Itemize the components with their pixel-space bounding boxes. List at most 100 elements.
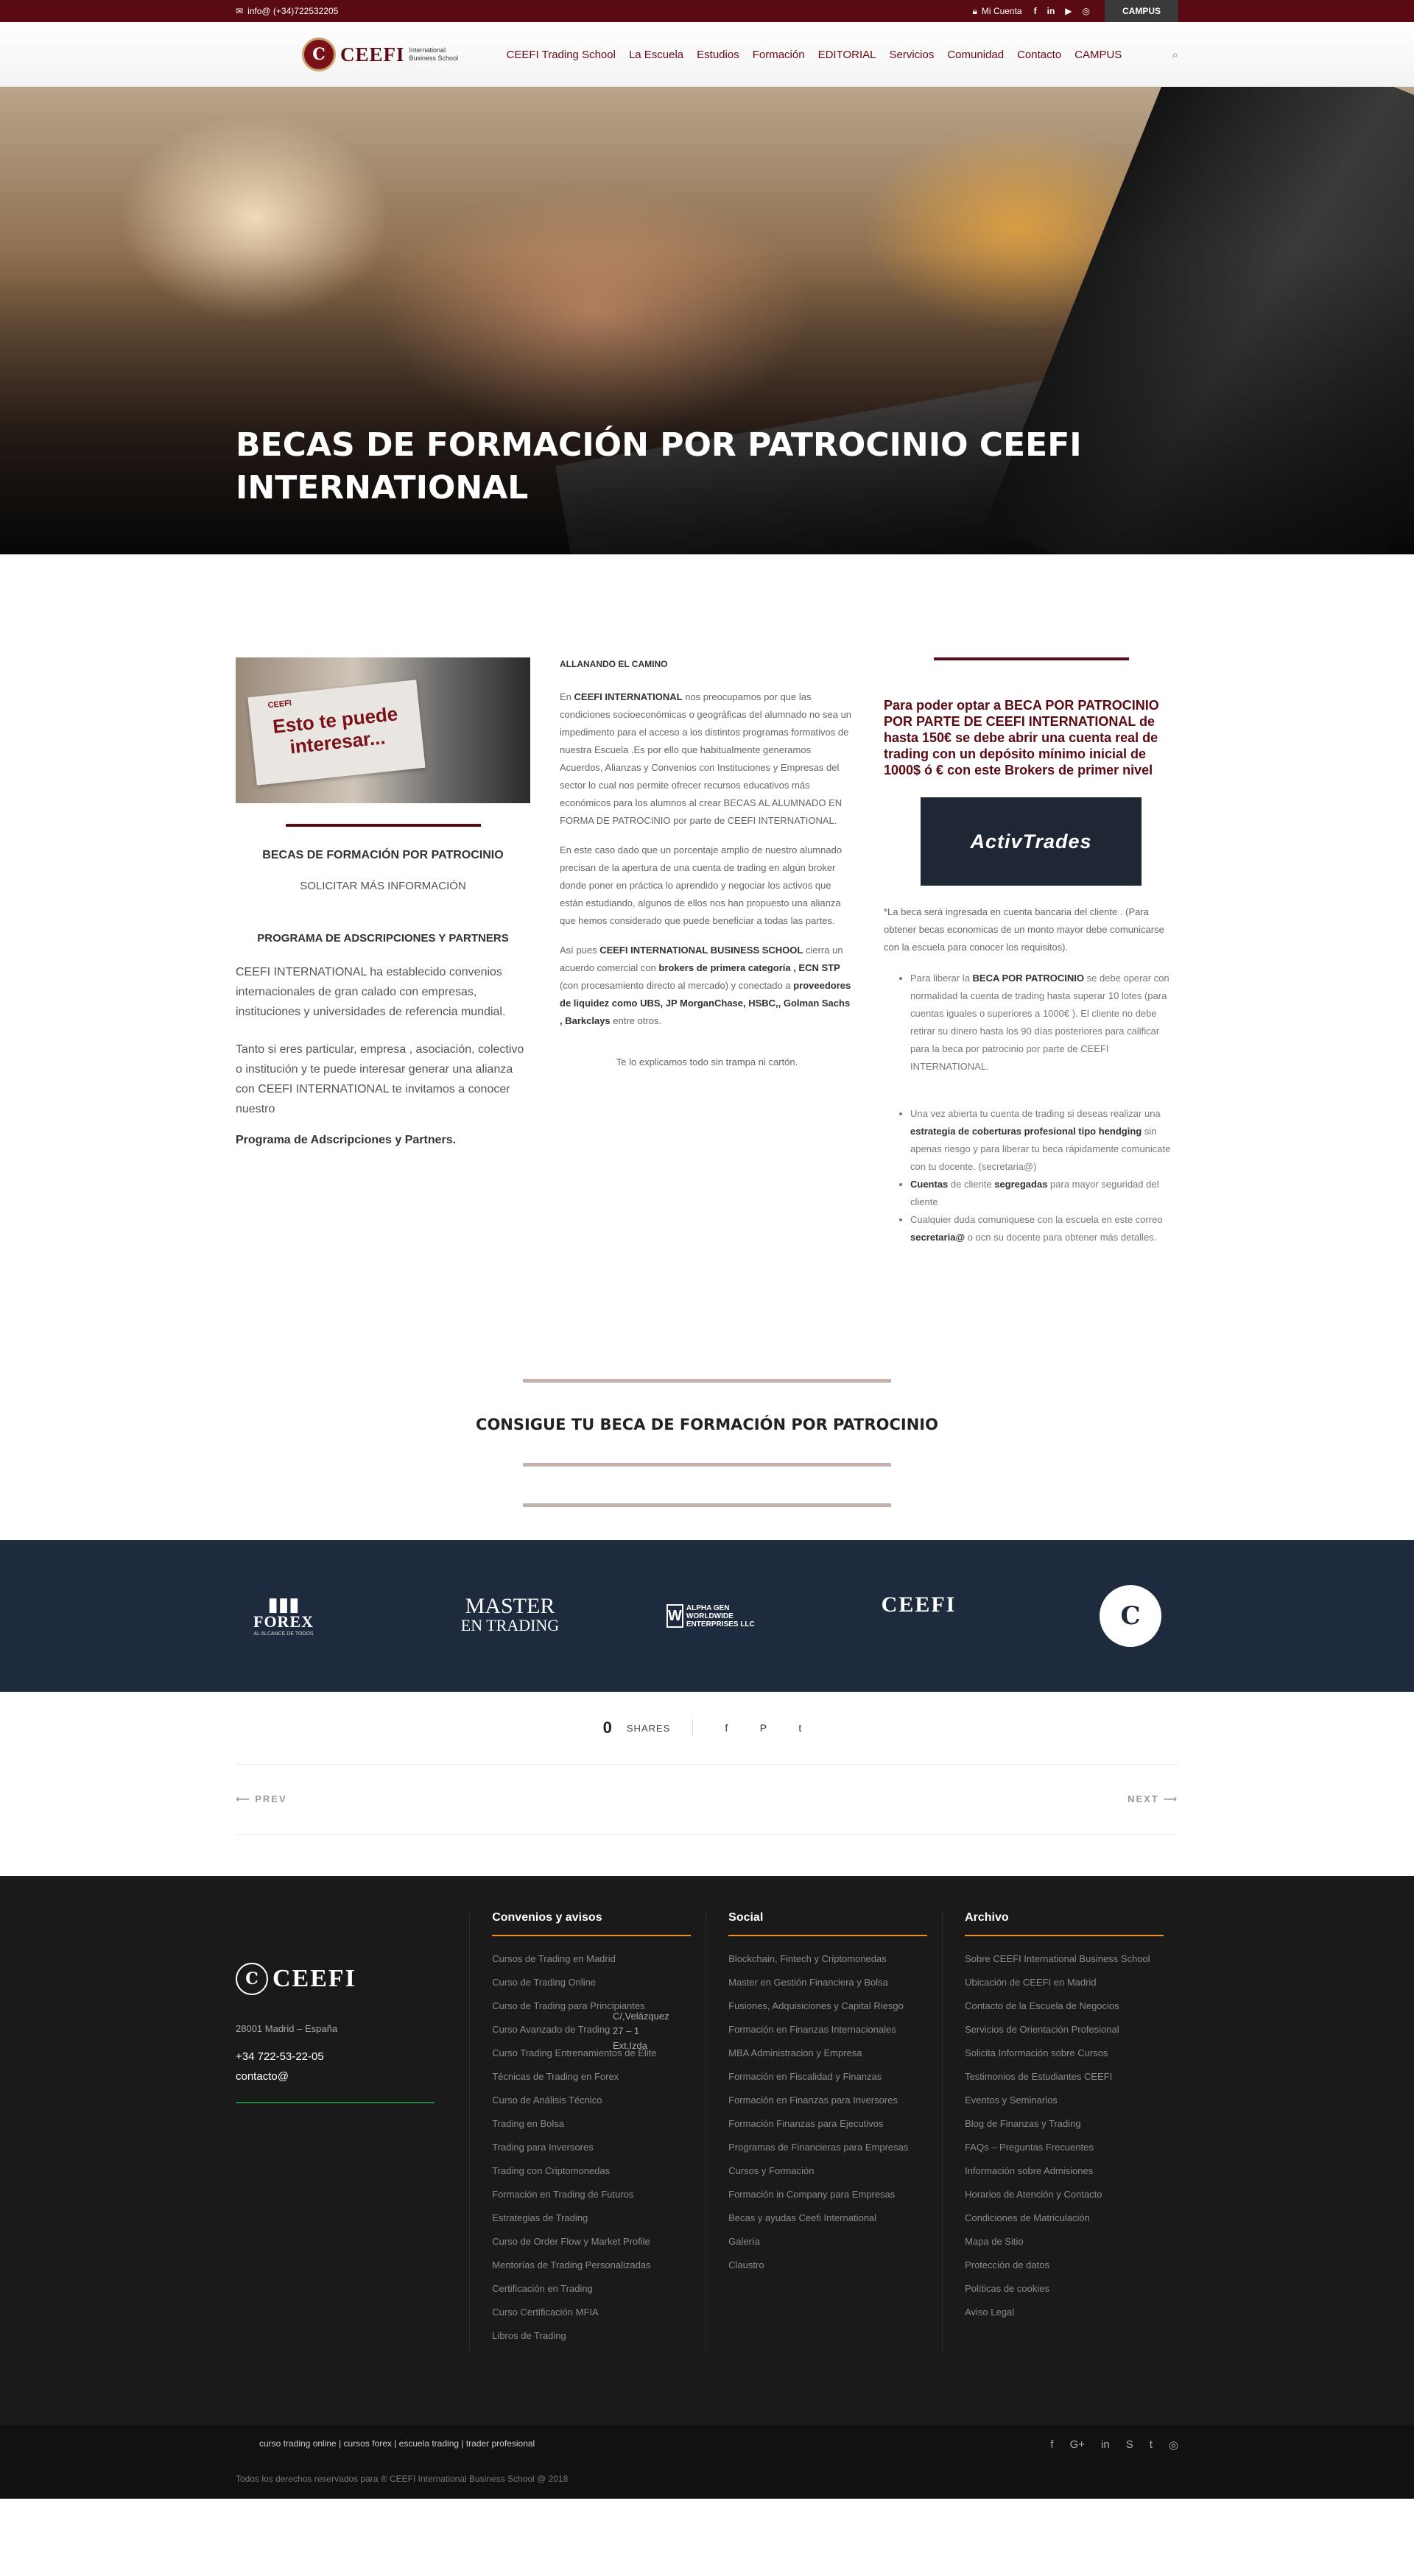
pinterest-share-icon[interactable]: P (752, 1722, 774, 1734)
footer-link[interactable]: Libros de Trading (492, 2328, 691, 2343)
forex-logo[interactable]: ▮▮▮ FOREX AL ALCANCE DE TODOS (243, 1595, 324, 1637)
master-trading-logo[interactable]: MASTER EN TRADING (455, 1595, 559, 1635)
skype-icon[interactable]: S (1126, 2438, 1133, 2452)
footer-link[interactable]: Ubicación de CEEFI en Madrid (965, 1975, 1164, 1990)
cta-title[interactable]: CONSIGUE TU BECA DE FORMACIÓN POR PATROC… (0, 1416, 1414, 1433)
youtube-icon[interactable]: ▶ (1065, 6, 1072, 16)
footer-link[interactable]: Blog de Finanzas y Trading (965, 2116, 1164, 2131)
footer-link[interactable]: Curso Certificación MFIA (492, 2304, 691, 2320)
partners-paragraph-2: Tanto si eres particular, empresa , asoc… (236, 1043, 524, 1115)
footer-link[interactable]: Mapa de Sitio (965, 2234, 1164, 2249)
facebook-icon[interactable]: f (1034, 6, 1037, 16)
footer-link[interactable]: Master en Gestión Financiera y Bolsa (728, 1975, 927, 1990)
footer-link[interactable]: Certificación en Trading (492, 2281, 691, 2296)
search-icon[interactable]: ⌕ (1172, 49, 1178, 61)
footer-list: Sobre CEEFI International Business Schoo… (965, 1951, 1164, 2320)
nav-item-editorial[interactable]: EDITORIAL (818, 49, 876, 61)
footer-phone[interactable]: +34 722-53-22-05 (236, 2050, 450, 2063)
next-link[interactable]: NEXT ⟶ (1128, 1793, 1178, 1805)
activtrades-logo[interactable]: ActivTrades (921, 797, 1142, 886)
twitter-share-icon[interactable]: t (789, 1722, 811, 1734)
footer-email[interactable]: contacto@ (236, 2070, 450, 2083)
divider (523, 1503, 891, 1507)
footer-link[interactable]: Servicios de Orientación Profesional (965, 2022, 1164, 2037)
promo-image[interactable]: CEEFI Esto te puede interesar... (236, 657, 530, 803)
footer-link[interactable]: Trading en Bolsa (492, 2116, 691, 2131)
request-info-link[interactable]: SOLICITAR MÁS INFORMACIÓN (236, 880, 530, 892)
my-account-link[interactable]: 🔒︎ Mi Cuenta (973, 6, 1022, 17)
footer-link[interactable]: Solicita Información sobre Cursos (965, 2045, 1164, 2061)
copyright: Todos los derechos reservados para ® CEE… (236, 2474, 569, 2484)
nav-item-campus[interactable]: CAMPUS (1074, 49, 1122, 61)
instagram-icon[interactable]: ◎ (1083, 6, 1090, 16)
footer-link[interactable]: Condiciones de Matriculación (965, 2210, 1164, 2226)
footer-link[interactable]: Formación en Finanzas Internacionales (728, 2022, 927, 2037)
footer-link[interactable]: Fusiones, Adquisiciones y Capital Riesgo (728, 1998, 927, 2014)
nav-item-estudios[interactable]: Estudios (697, 49, 739, 61)
ceefi-partner-logo[interactable]: CEEFI (879, 1592, 960, 1617)
footer-link[interactable]: Trading con Criptomonedas (492, 2163, 691, 2178)
footer-link[interactable]: Horarios de Atención y Contacto (965, 2187, 1164, 2202)
footer-link[interactable]: Eventos y Seminarios (965, 2092, 1164, 2108)
scholarship-note: *La beca será ingresada en cuenta bancar… (884, 906, 1164, 953)
footer-link[interactable]: Programas de Financieras para Empresas (728, 2139, 927, 2155)
footer-link[interactable]: Testimonios de Estudiantes CEEFI (965, 2069, 1164, 2084)
footer-col-social: Social Blockchain, Fintech y Criptomoned… (706, 1911, 942, 2351)
alpha-gen-logo[interactable]: W ALPHA GEN WORLDWIDE ENTERPRISES LLC (666, 1604, 755, 1628)
linkedin-icon[interactable]: in (1047, 6, 1055, 16)
divider (523, 1463, 891, 1467)
nav-item-comunidad[interactable]: Comunidad (947, 49, 1004, 61)
footer-link[interactable]: Formación en Fiscalidad y Finanzas (728, 2069, 927, 2084)
twitter-icon[interactable]: t (1150, 2438, 1153, 2452)
nav-item-servicios[interactable]: Servicios (889, 49, 934, 61)
prev-link[interactable]: ⟵ PREV (236, 1793, 287, 1805)
nav-item-contacto[interactable]: Contacto (1017, 49, 1061, 61)
footer-link[interactable]: Formación en Finanzas para Inversores (728, 2092, 927, 2108)
campus-button[interactable]: CAMPUS (1105, 0, 1178, 22)
partners-program-link[interactable]: Programa de Adscripciones y Partners. (236, 1134, 530, 1147)
footer-heading: Convenios y avisos (492, 1911, 692, 1936)
footer-link[interactable]: Técnicas de Trading en Forex (492, 2069, 691, 2084)
top-email[interactable]: info@ (+34)722532205 (247, 6, 338, 16)
list-item: Una vez abierta tu cuenta de trading si … (910, 1105, 1178, 1176)
footer-link[interactable]: Curso de Trading Online (492, 1975, 691, 1990)
footer-link[interactable]: Formación Finanzas para Ejecutivos (728, 2116, 927, 2131)
footer-link[interactable]: Contacto de la Escuela de Negocios (965, 1998, 1164, 2014)
footer-logo[interactable]: C CEEFI (236, 1963, 450, 1995)
site-logo[interactable]: C CEEFI International Business School (302, 38, 461, 71)
footer-link[interactable]: Formación in Company para Empresas (728, 2187, 927, 2202)
lock-icon: 🔒︎ (972, 5, 977, 16)
agreement-paragraph: Así pues CEEFI INTERNATIONAL BUSINESS SC… (560, 945, 851, 1026)
footer-link[interactable]: Curso de Análisis Técnico (492, 2092, 691, 2108)
footer-link[interactable]: Claustro (728, 2257, 927, 2273)
footer-link[interactable]: Cursos de Trading en Madrid (492, 1951, 691, 1966)
footer-link[interactable]: Formación en Trading de Futuros (492, 2187, 691, 2202)
footer-col-archivo: Archivo Sobre CEEFI International Busine… (942, 1911, 1178, 2351)
nav-item-formacion[interactable]: Formación (753, 49, 805, 61)
footer-link[interactable]: Curso de Order Flow y Market Profile (492, 2234, 691, 2249)
footer-link[interactable]: Aviso Legal (965, 2304, 1164, 2320)
footer-link[interactable]: Galería (728, 2234, 927, 2249)
main-content: CEEFI Esto te puede interesar... BECAS D… (0, 554, 1414, 1379)
footer-link[interactable]: Protección de datos (965, 2257, 1164, 2273)
google-plus-icon[interactable]: G+ (1070, 2438, 1085, 2452)
footer-link[interactable]: Mentorías de Trading Personalizadas (492, 2257, 691, 2273)
nav-item-la-escuela[interactable]: La Escuela (629, 49, 683, 61)
footer-bottom-links[interactable]: curso trading online | cursos forex | es… (259, 2438, 535, 2449)
footer-link[interactable]: Políticas de cookies (965, 2281, 1164, 2296)
ceefi-seal-logo[interactable]: C (1090, 1585, 1171, 1647)
instagram-icon[interactable]: ◎ (1169, 2438, 1178, 2452)
footer-link[interactable]: Becas y ayudas Ceefi International (728, 2210, 927, 2226)
footer-link[interactable]: MBA Administracion y Empresa (728, 2045, 927, 2061)
nav-item-trading-school[interactable]: CEEFI Trading School (507, 49, 616, 61)
facebook-icon[interactable]: f (1050, 2438, 1053, 2452)
linkedin-icon[interactable]: in (1101, 2438, 1110, 2452)
footer-link[interactable]: Cursos y Formación (728, 2163, 927, 2178)
facebook-share-icon[interactable]: f (715, 1722, 737, 1734)
footer-link[interactable]: Blockchain, Fintech y Criptomonedas (728, 1951, 927, 1966)
footer-link[interactable]: FAQs – Preguntas Frecuentes (965, 2139, 1164, 2155)
footer-link[interactable]: Estrategias de Trading (492, 2210, 691, 2226)
footer-link[interactable]: Trading para Inversores (492, 2139, 691, 2155)
footer-link[interactable]: Información sobre Admisiones (965, 2163, 1164, 2178)
footer-link[interactable]: Sobre CEEFI International Business Schoo… (965, 1951, 1164, 1966)
